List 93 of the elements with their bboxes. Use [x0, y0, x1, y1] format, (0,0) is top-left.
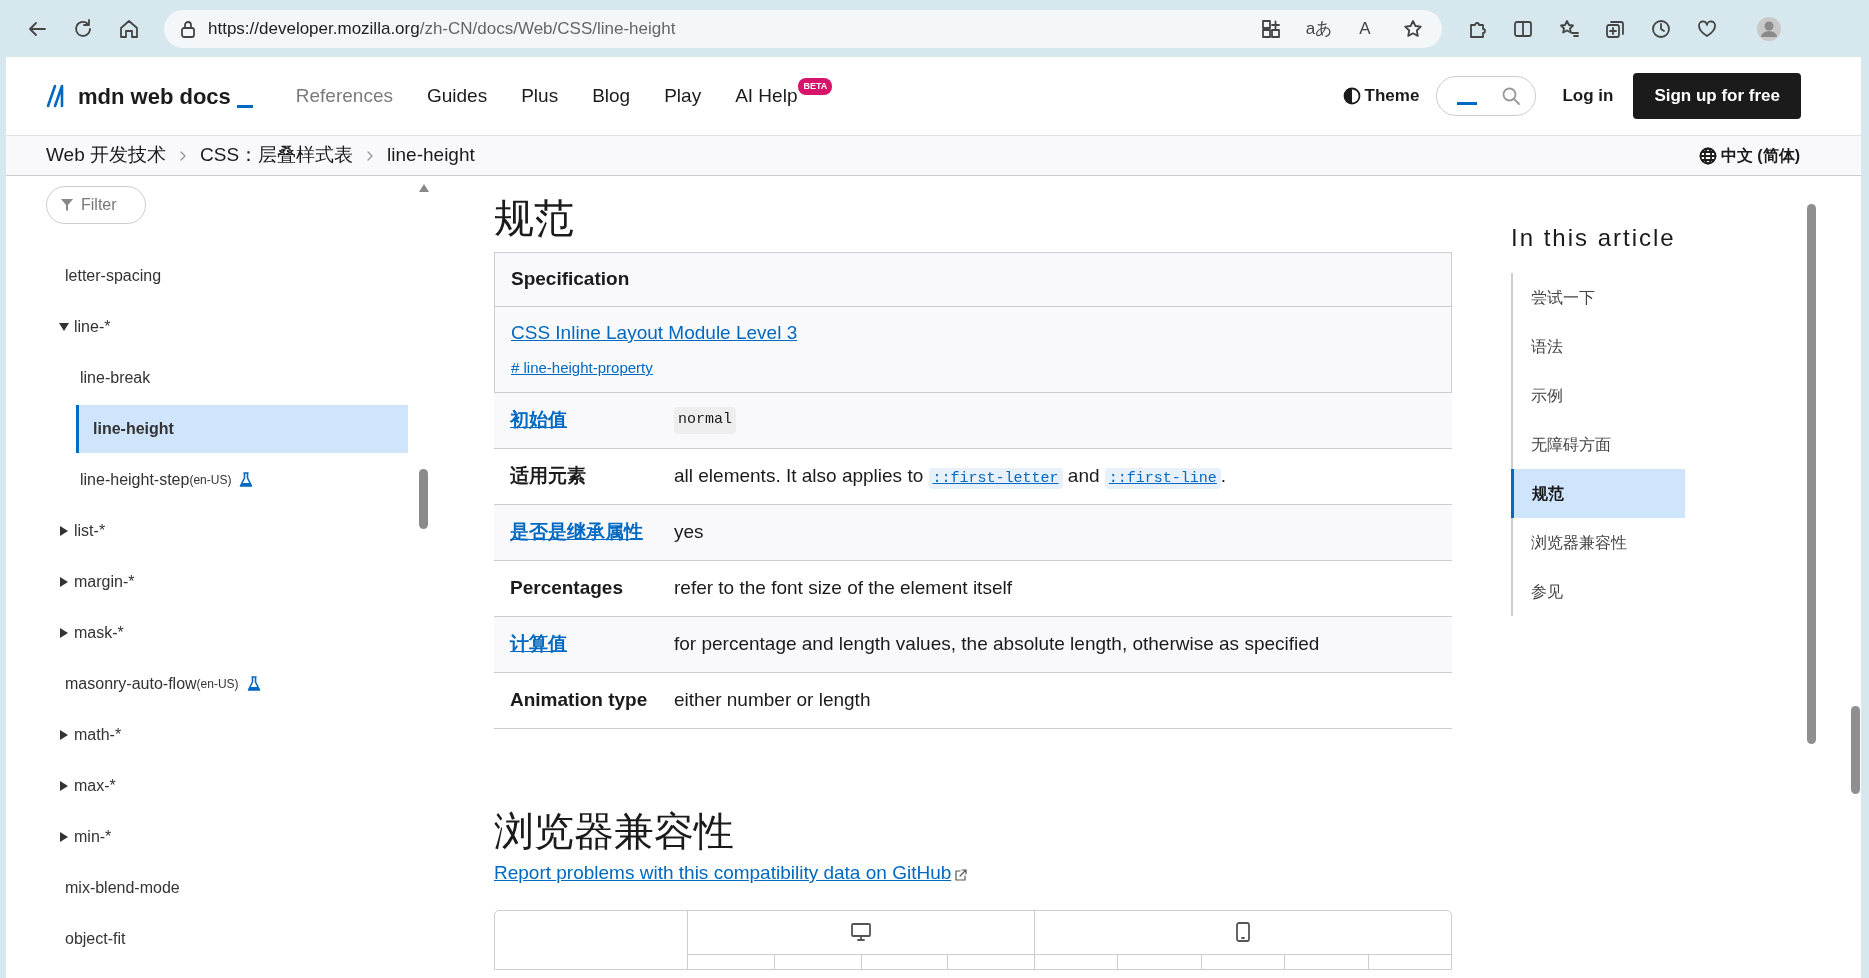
flask-icon [239, 471, 254, 488]
grid-icon [1261, 18, 1281, 39]
external-link-icon [955, 868, 968, 881]
scroll-up-icon [419, 184, 429, 192]
nav-link[interactable]: Blog [575, 73, 648, 119]
sidebar-group[interactable]: max-* [6, 760, 408, 811]
property-link[interactable]: 初始值 [510, 406, 567, 435]
triangle-icon [58, 779, 70, 792]
sidebar-group[interactable]: margin-* [6, 556, 408, 607]
nav-link[interactable]: Play [647, 73, 719, 119]
contrast-icon [1342, 87, 1361, 105]
toc-link[interactable]: 示例 [1511, 370, 1685, 420]
toc-title: In this article [1511, 224, 1677, 253]
sidebar-item[interactable]: line-height [76, 405, 408, 453]
translate-button[interactable]: aあ [1302, 9, 1336, 48]
sidebar-group[interactable]: line-* [6, 301, 408, 352]
star-icon [1403, 18, 1423, 39]
breadcrumb-link[interactable]: Web 开发技术 [46, 141, 166, 170]
star-list-icon [1559, 18, 1579, 39]
sidebar-item[interactable]: line-break [6, 352, 408, 403]
triangle-icon [58, 524, 70, 537]
reload-icon [72, 17, 94, 40]
anchor-link[interactable]: # line-height-property [511, 357, 653, 380]
split-screen-icon [1513, 18, 1533, 39]
property-value: refer to the font size of the element itself [674, 576, 1012, 601]
property-name: Percentages [509, 576, 624, 601]
chevron-icon [178, 149, 188, 162]
heart-icon [1697, 18, 1717, 39]
address-bar[interactable]: https://developer.mozilla.org/zh-CN/docs/Web/CSS/line-height aあ A [164, 9, 1442, 48]
search-icon [1501, 86, 1522, 106]
signup-button[interactable]: Sign up for free [1633, 73, 1801, 119]
toc-link[interactable]: 浏览器兼容性 [1511, 517, 1685, 567]
sidebar-item[interactable]: object-fit [6, 913, 408, 964]
triangle-icon [58, 830, 70, 843]
sidebar-item[interactable]: mix-blend-mode [6, 862, 408, 913]
toc-link[interactable]: 规范 [1511, 468, 1685, 518]
history-icon [1651, 18, 1671, 39]
triangle-icon [58, 320, 70, 333]
theme-button[interactable]: Theme [1341, 82, 1421, 110]
spec-link[interactable]: CSS Inline Layout Module Level 3 [511, 318, 798, 347]
table-header: Specification [495, 253, 1451, 307]
read-aloud-button[interactable]: A [1348, 9, 1382, 48]
page-scrollbar[interactable] [1807, 204, 1816, 744]
mdn-logo[interactable]: mdn web docs [46, 79, 253, 113]
collections-icon [1605, 18, 1625, 39]
code-link[interactable]: ::first-letter [928, 468, 1063, 490]
property-value: either number or length [674, 688, 871, 713]
section-heading: 浏览器兼容性 [494, 808, 735, 855]
filter-field[interactable]: Filter [46, 186, 146, 224]
property-link[interactable]: 计算值 [510, 630, 567, 659]
section-heading: 规范 [494, 195, 575, 242]
property-value: yes [674, 520, 704, 545]
toc-link[interactable]: 尝试一下 [1511, 272, 1685, 322]
triangle-icon [58, 575, 70, 588]
sidebar-item[interactable]: letter-spacing [6, 250, 408, 301]
beta-badge: BETA [798, 77, 833, 96]
login-link[interactable]: Log in [1552, 77, 1624, 115]
text-cursor [1457, 101, 1478, 105]
nav-link[interactable]: References [278, 73, 410, 119]
breadcrumb-link[interactable]: CSS：层叠样式表 [200, 141, 354, 170]
property-name: Animation type [509, 688, 649, 713]
globe-icon [1698, 146, 1717, 165]
property-value: for percentage and length values, the absolute length, otherwise as specified [674, 632, 1320, 657]
flask-icon [246, 675, 261, 692]
nav-link[interactable]: AI Help [718, 73, 798, 119]
toc-link[interactable]: 参见 [1511, 566, 1685, 616]
triangle-icon [58, 626, 70, 639]
code-link[interactable]: ::first-line [1104, 468, 1221, 490]
triangle-icon [58, 728, 70, 741]
property-value: all elements. It also applies to ::first-letter and ::first-line . [674, 464, 1227, 491]
sidebar-group[interactable]: math-* [6, 709, 408, 760]
toc-link[interactable]: 语法 [1511, 321, 1685, 371]
code-value: normal [674, 407, 736, 434]
lock-icon [180, 19, 196, 38]
avatar-icon [1756, 15, 1782, 42]
sidebar-group[interactable]: mask-* [6, 607, 408, 658]
github-link[interactable]: Report problems with this compatibility data on GitHub [494, 862, 952, 883]
url-text: https://developer.mozilla.org/zh-CN/docs/Web/CSS/line-height [208, 17, 677, 40]
sidebar-scrollbar[interactable] [419, 469, 428, 529]
nav-link[interactable]: Plus [504, 73, 576, 119]
home-icon [118, 17, 140, 40]
sidebar-group[interactable]: list-* [6, 505, 408, 556]
desktop-icon [851, 922, 871, 942]
window-scrollbar[interactable] [1851, 706, 1860, 794]
language-button[interactable]: 中文 (简体) [1697, 142, 1801, 169]
toc-link[interactable]: 无障碍方面 [1511, 419, 1685, 469]
breadcrumb-link[interactable]: line-height [387, 141, 475, 170]
sidebar-group[interactable]: min-* [6, 811, 408, 862]
mobile-icon [1234, 922, 1252, 942]
property-link[interactable]: 是否是继承属性 [510, 518, 643, 547]
filter-icon [60, 198, 74, 212]
nav-link[interactable]: Guides [409, 73, 505, 119]
property-name: 适用元素 [509, 464, 587, 489]
